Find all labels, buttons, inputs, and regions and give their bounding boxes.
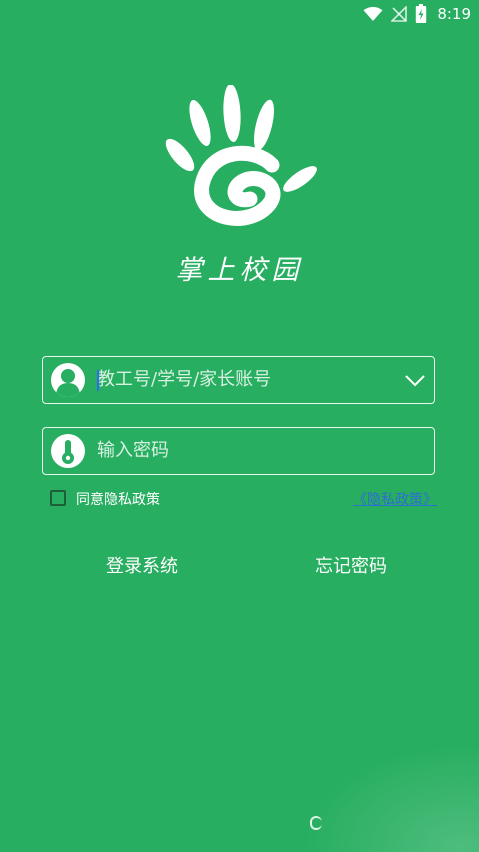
status-icons: 8:19 <box>363 4 471 24</box>
password-field[interactable] <box>42 427 435 475</box>
no-signal-icon <box>391 6 408 22</box>
app-title: 掌上校园 <box>175 255 304 286</box>
privacy-checkbox[interactable] <box>50 490 66 506</box>
account-field[interactable] <box>42 356 435 404</box>
privacy-policy-link[interactable]: 《隐私政策》 <box>353 489 437 509</box>
text-cursor <box>97 370 99 391</box>
account-input[interactable] <box>97 357 397 402</box>
wifi-icon <box>363 6 383 21</box>
privacy-label: 同意隐私政策 <box>76 492 160 508</box>
lock-icon <box>51 434 85 468</box>
user-avatar-icon <box>51 363 85 397</box>
hand-logo-icon <box>165 85 317 226</box>
status-time: 8:19 <box>437 5 471 23</box>
battery-charging-icon <box>416 4 427 23</box>
status-bar: 8:19 <box>0 0 479 28</box>
privacy-row: 同意隐私政策 《隐私政策》 <box>48 488 437 510</box>
corner-glow <box>299 742 479 852</box>
chevron-down-icon[interactable] <box>402 367 428 393</box>
login-button[interactable]: 登录系统 <box>98 548 186 582</box>
password-input[interactable] <box>97 428 397 473</box>
forgot-password-button[interactable]: 忘记密码 <box>307 548 395 582</box>
